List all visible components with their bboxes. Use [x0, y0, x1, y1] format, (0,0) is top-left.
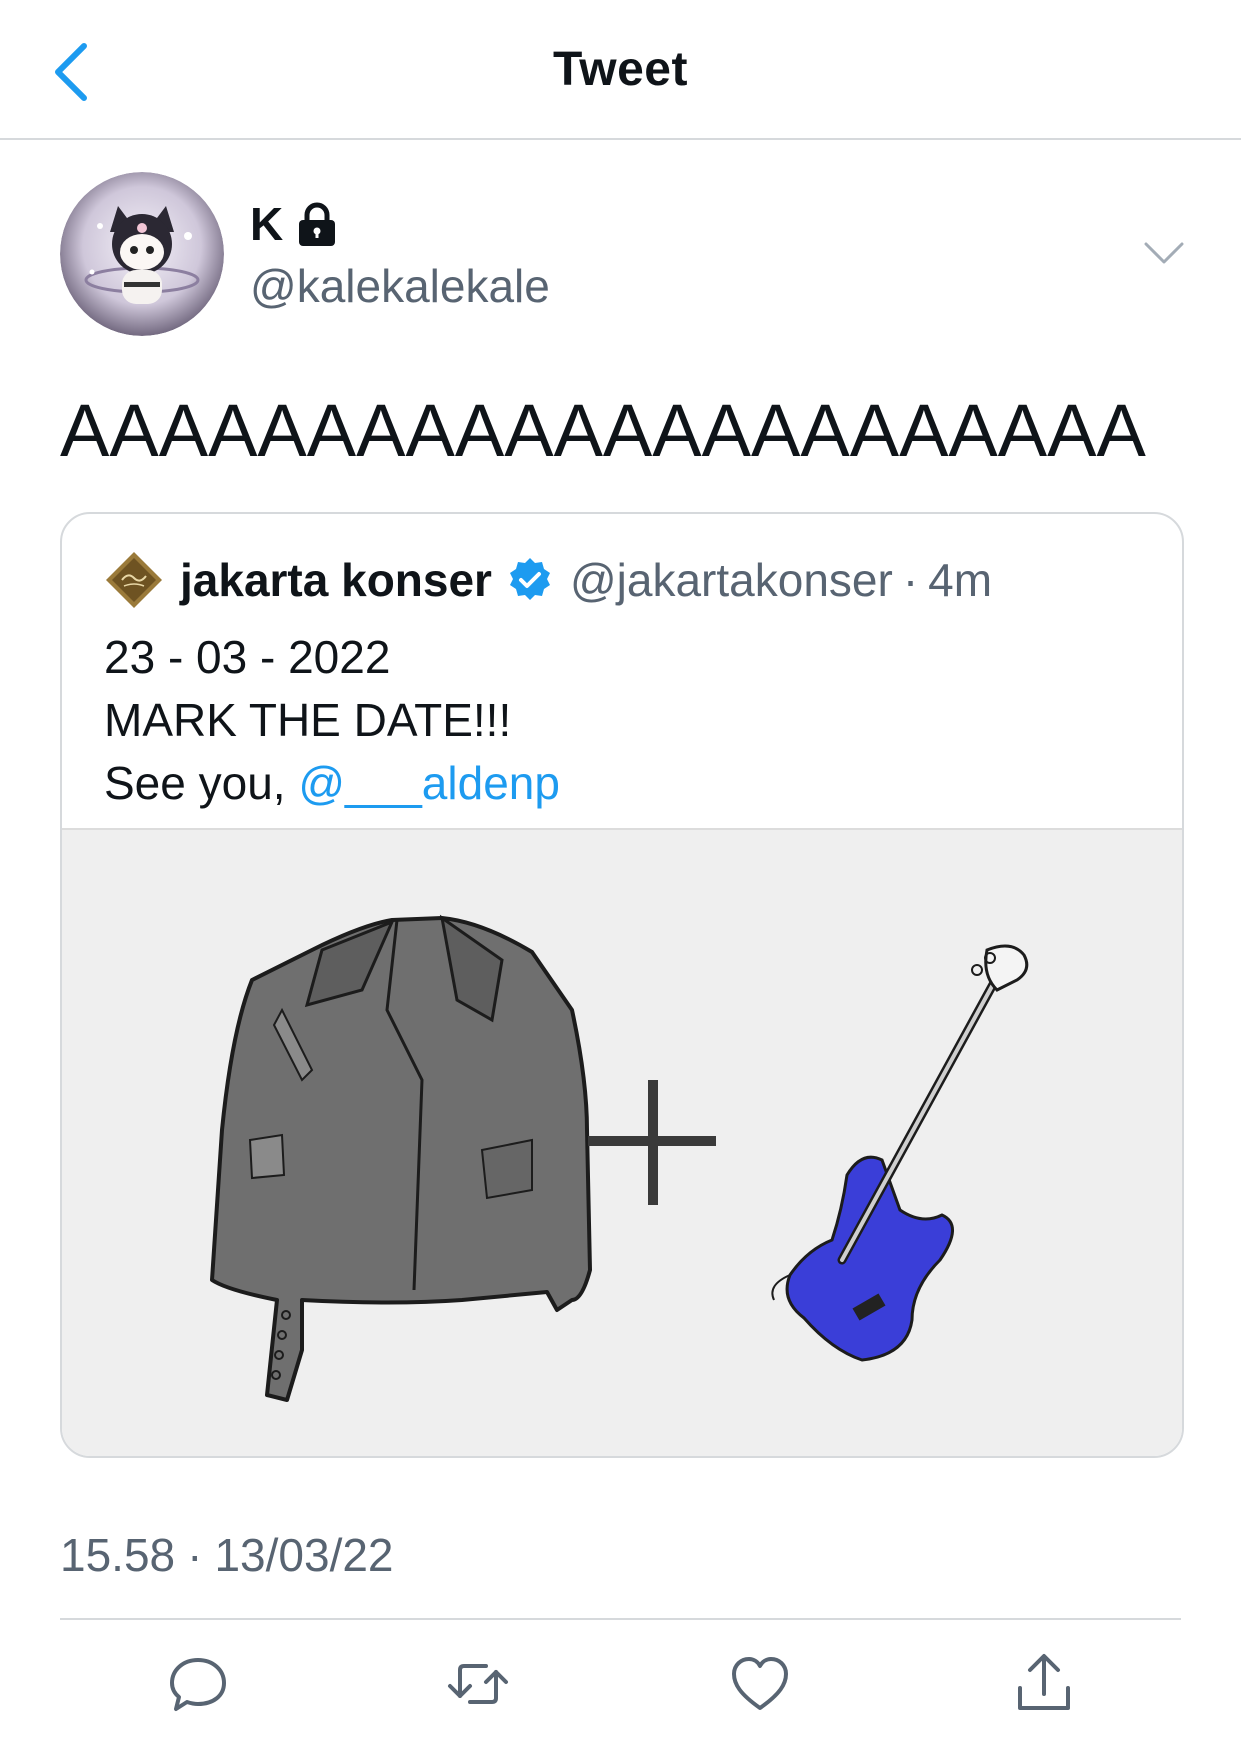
quoted-tweet-time: 4m: [928, 554, 993, 606]
author-display-name: K: [250, 198, 284, 250]
leather-jacket-drawing: [210, 914, 592, 1402]
quoted-author-name: jakarta konser: [180, 554, 492, 606]
tweet-text: AAAAAAAAAAAAAAAAAAAAAA: [60, 389, 1146, 472]
bass-guitar-drawing: [771, 944, 1029, 1362]
quoted-tweet[interactable]: jakarta konser @jakartakonser · 4m 23 - …: [60, 512, 1184, 1458]
share-icon[interactable]: [1012, 1652, 1076, 1716]
avatar[interactable]: [60, 172, 224, 336]
lock-icon: [299, 202, 336, 246]
quoted-tweet-text: 23 - 03 - 2022 MARK THE DATE!!! See you,…: [104, 626, 560, 815]
mention-link[interactable]: @___aldenp: [298, 757, 560, 809]
chevron-down-icon[interactable]: [1142, 238, 1186, 268]
quoted-tweet-header: jakarta konser @jakartakonser · 4m: [104, 550, 992, 610]
tweet-date: 13/03/22: [214, 1529, 394, 1581]
retweet-icon[interactable]: [446, 1652, 510, 1716]
quoted-line-2: MARK THE DATE!!!: [104, 694, 512, 746]
quoted-line-1: 23 - 03 - 2022: [104, 631, 391, 683]
author-handle[interactable]: @kalekalekale: [250, 260, 550, 312]
author-name[interactable]: K: [250, 198, 339, 250]
verified-badge-icon: [509, 558, 550, 600]
tweet-time: 15.58: [60, 1529, 176, 1581]
top-bar: Tweet: [0, 0, 1241, 140]
jakarta-konser-logo-icon[interactable]: [104, 550, 164, 610]
reply-icon[interactable]: [166, 1652, 230, 1716]
separator-dot: ·: [902, 554, 919, 606]
page-title: Tweet: [553, 43, 688, 96]
plus-sign-drawing: [588, 1080, 716, 1205]
quoted-author-handle: @jakartakonser: [569, 554, 893, 606]
timestamp-separator: ·: [187, 1529, 203, 1581]
quoted-line-3-text: See you,: [104, 757, 299, 809]
quoted-line-3: See you, @___aldenp: [104, 752, 560, 815]
divider: [60, 1618, 1181, 1620]
tweet-timestamp: 15.58 · 13/03/22: [60, 1528, 394, 1582]
quoted-tweet-image[interactable]: [62, 828, 1182, 1456]
like-icon[interactable]: [728, 1652, 792, 1716]
